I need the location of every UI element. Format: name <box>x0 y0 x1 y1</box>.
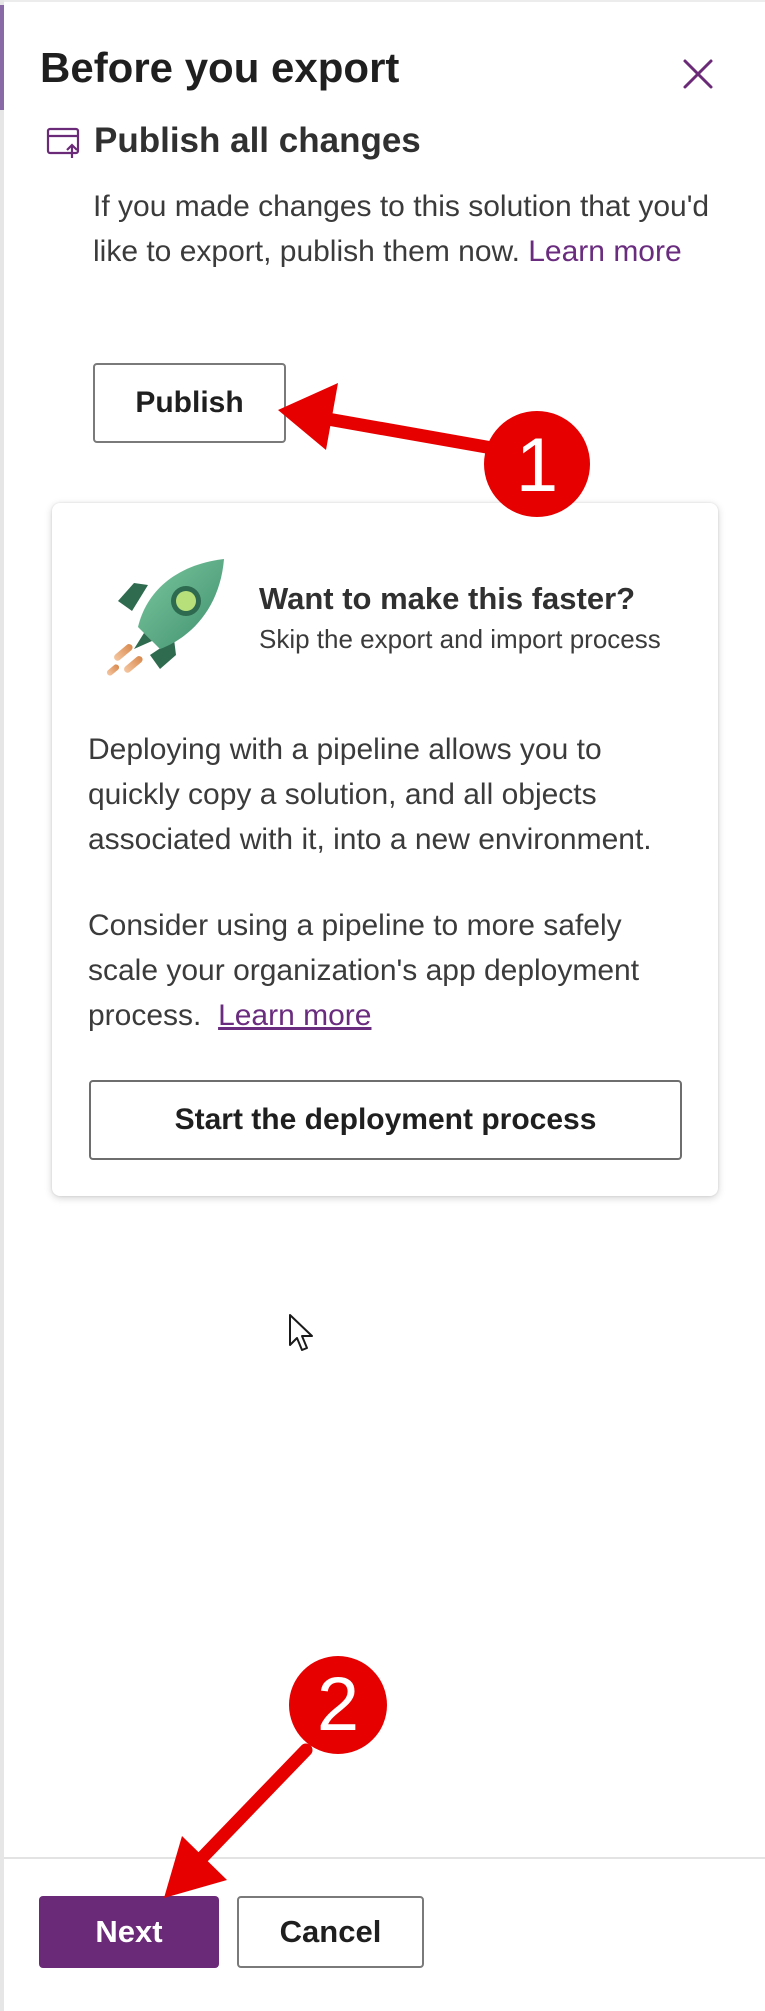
card-heading: Want to make this faster? <box>259 581 636 616</box>
card-subheading: Skip the export and import process <box>259 624 661 654</box>
close-button[interactable] <box>672 48 722 98</box>
footer-divider <box>4 1857 765 1859</box>
step-badge-1: 1 <box>484 411 590 517</box>
publish-description: If you made changes to this solution tha… <box>93 184 733 274</box>
cancel-button[interactable]: Cancel <box>237 1896 424 1968</box>
next-button[interactable]: Next <box>39 1896 219 1968</box>
step-badge-2: 2 <box>289 1656 387 1754</box>
step-badge-2-label: 2 <box>317 1662 359 1747</box>
background-accent-edge <box>0 5 4 110</box>
card-learn-more-link[interactable]: Learn more <box>218 999 371 1032</box>
arrow-annotation-1 <box>278 383 499 455</box>
pipeline-recommendation: Consider using a pipeline to more safely… <box>88 903 698 1038</box>
pipeline-description: Deploying with a pipeline allows you to … <box>88 733 652 856</box>
export-panel: Before you export Publish all changes If… <box>0 0 765 2011</box>
pipeline-card: Want to make this faster? Skip the expor… <box>52 503 718 1196</box>
close-icon <box>683 59 713 89</box>
learn-more-link[interactable]: Learn more <box>528 235 681 268</box>
section-title: Publish all changes <box>94 121 421 160</box>
start-deployment-button[interactable]: Start the deployment process <box>89 1080 682 1160</box>
mouse-cursor-icon <box>289 1314 313 1351</box>
rocket-icon <box>106 559 224 676</box>
publish-button[interactable]: Publish <box>93 363 286 443</box>
publish-window-icon <box>46 127 80 158</box>
top-border <box>4 0 765 2</box>
arrow-annotation-2 <box>164 1743 313 1898</box>
panel-title: Before you export <box>40 44 400 91</box>
background-edge <box>0 0 4 2011</box>
step-badge-1-label: 1 <box>516 423 558 508</box>
